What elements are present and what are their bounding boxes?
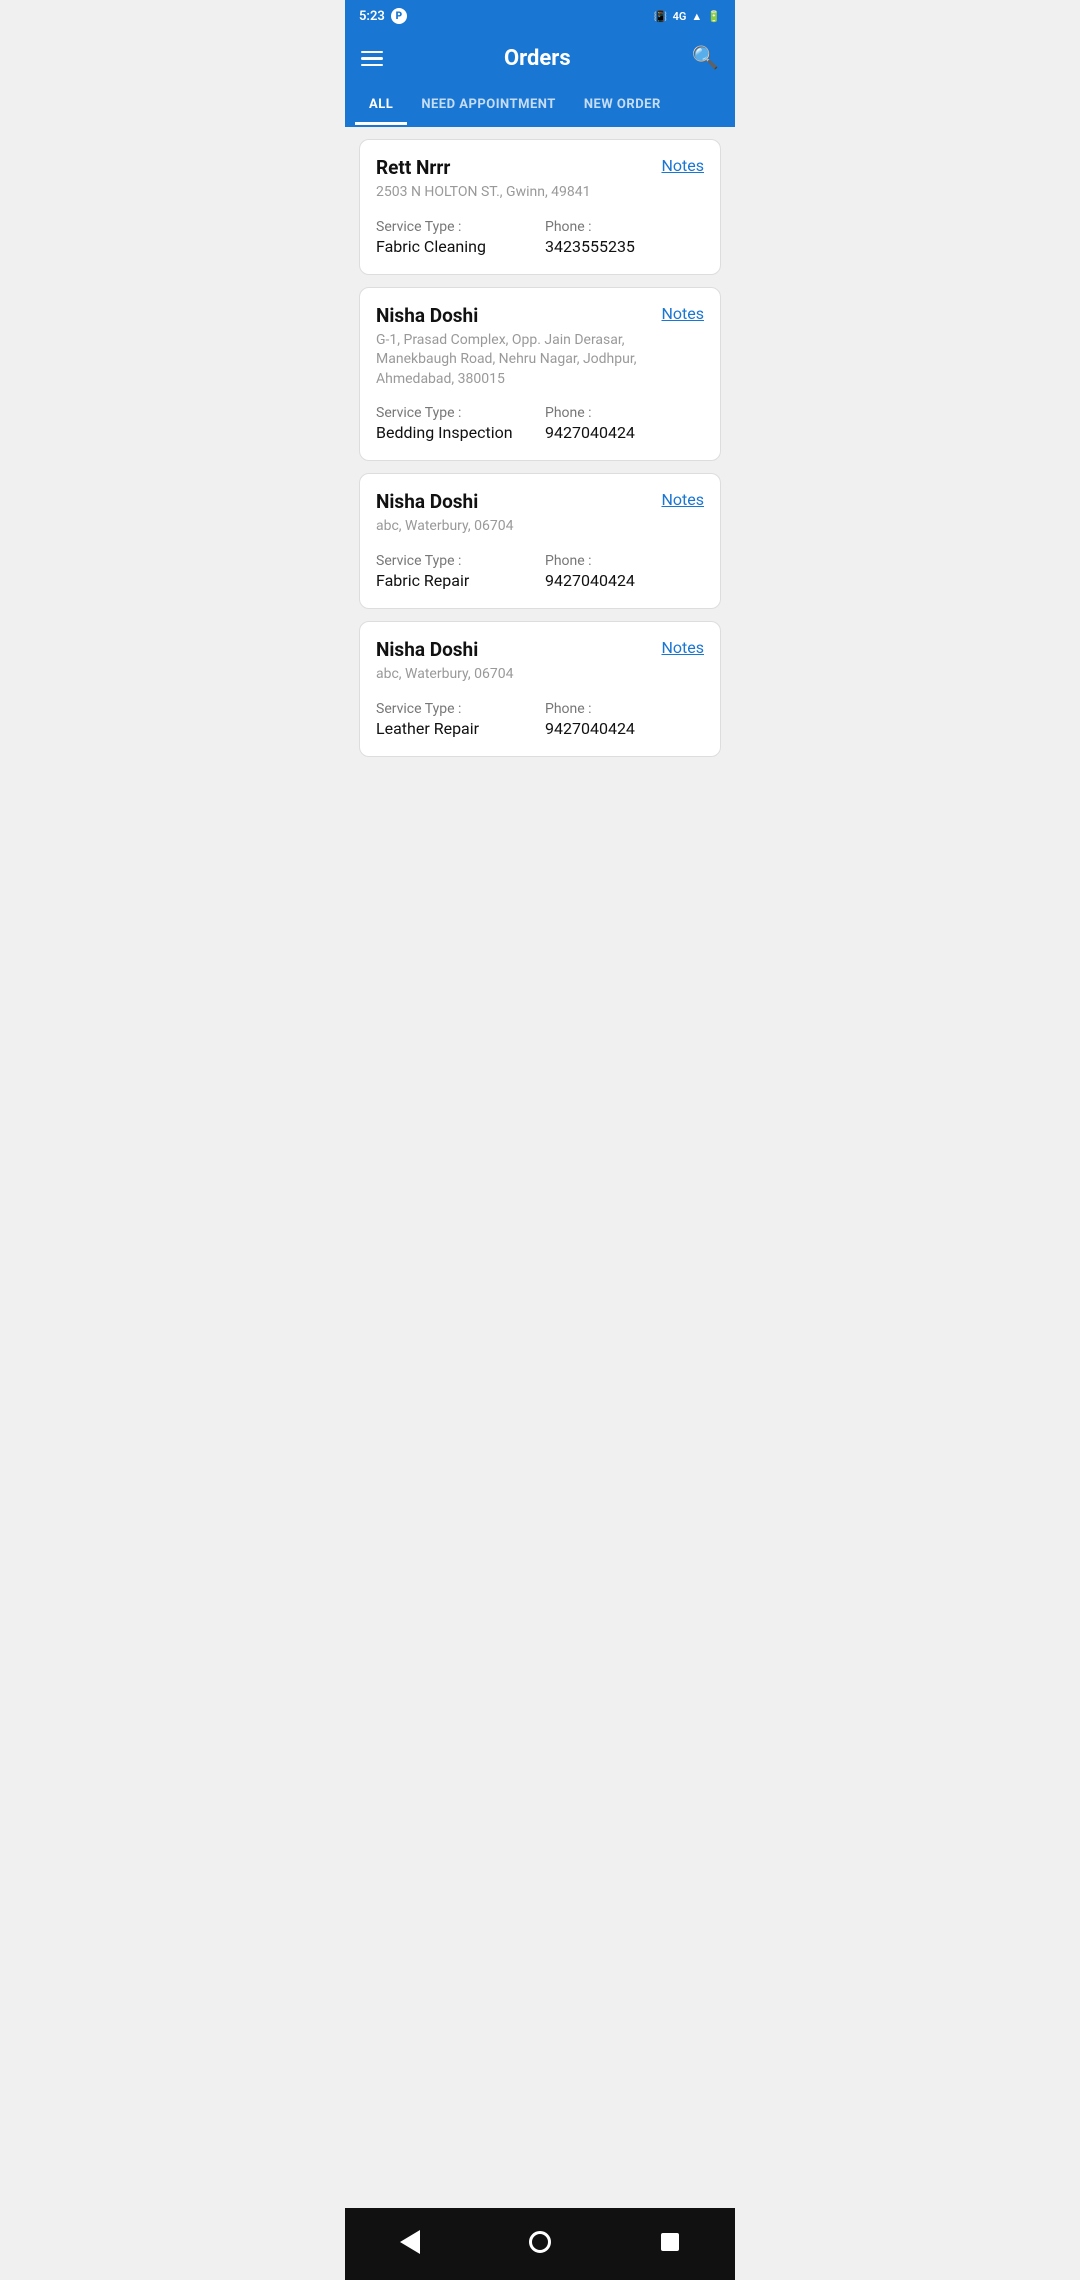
service-type-value-3: Fabric Repair bbox=[376, 571, 535, 590]
order-card-3: Nisha Doshi Notes abc, Waterbury, 06704 … bbox=[359, 473, 721, 609]
order-details-3: Service Type : Fabric Repair Phone : 942… bbox=[376, 553, 704, 590]
phone-label-1: Phone : bbox=[545, 219, 704, 235]
service-type-value-1: Fabric Cleaning bbox=[376, 237, 535, 256]
recent-apps-button[interactable] bbox=[648, 2220, 692, 2264]
order-header-4: Nisha Doshi Notes bbox=[376, 638, 704, 661]
order-name-1: Rett Nrrr bbox=[376, 156, 450, 179]
signal-icon: ▲ bbox=[691, 10, 702, 23]
order-address-3: abc, Waterbury, 06704 bbox=[376, 517, 704, 537]
order-card-4: Nisha Doshi Notes abc, Waterbury, 06704 … bbox=[359, 621, 721, 757]
service-type-label-1: Service Type : bbox=[376, 219, 535, 235]
service-type-col-2: Service Type : Bedding Inspection bbox=[376, 405, 535, 442]
status-bar: 5:23 P 📳 4G ▲ 🔋 bbox=[345, 0, 735, 32]
search-icon[interactable]: 🔍 bbox=[692, 46, 719, 71]
phone-label-4: Phone : bbox=[545, 701, 704, 717]
tab-all[interactable]: ALL bbox=[355, 85, 407, 125]
order-address-2: G-1, Prasad Complex, Opp. Jain Derasar, … bbox=[376, 331, 704, 390]
service-type-value-4: Leather Repair bbox=[376, 719, 535, 738]
order-details-1: Service Type : Fabric Cleaning Phone : 3… bbox=[376, 219, 704, 256]
app-header: Orders 🔍 bbox=[345, 32, 735, 85]
phone-col-4: Phone : 9427040424 bbox=[545, 701, 704, 738]
page-title: Orders bbox=[504, 46, 571, 71]
network-4g: 4G bbox=[673, 10, 687, 23]
phone-value-2: 9427040424 bbox=[545, 423, 704, 442]
orders-list: Rett Nrrr Notes 2503 N HOLTON ST., Gwinn… bbox=[345, 127, 735, 861]
tabs-bar: ALL NEED APPOINTMENT NEW ORDER bbox=[345, 85, 735, 127]
order-header-2: Nisha Doshi Notes bbox=[376, 304, 704, 327]
hamburger-menu-button[interactable] bbox=[361, 51, 383, 67]
service-type-col-1: Service Type : Fabric Cleaning bbox=[376, 219, 535, 256]
order-header-1: Rett Nrrr Notes bbox=[376, 156, 704, 179]
time-display: 5:23 bbox=[359, 9, 385, 24]
status-bar-right: 📳 4G ▲ 🔋 bbox=[654, 10, 721, 23]
phone-col-1: Phone : 3423555235 bbox=[545, 219, 704, 256]
notes-link-2[interactable]: Notes bbox=[661, 304, 704, 323]
order-address-1: 2503 N HOLTON ST., Gwinn, 49841 bbox=[376, 183, 704, 203]
service-type-label-4: Service Type : bbox=[376, 701, 535, 717]
order-name-4: Nisha Doshi bbox=[376, 638, 478, 661]
order-address-4: abc, Waterbury, 06704 bbox=[376, 665, 704, 685]
order-card-2: Nisha Doshi Notes G-1, Prasad Complex, O… bbox=[359, 287, 721, 462]
phone-label-2: Phone : bbox=[545, 405, 704, 421]
service-type-value-2: Bedding Inspection bbox=[376, 423, 535, 442]
order-name-3: Nisha Doshi bbox=[376, 490, 478, 513]
back-icon bbox=[400, 2230, 420, 2254]
service-type-col-4: Service Type : Leather Repair bbox=[376, 701, 535, 738]
order-name-2: Nisha Doshi bbox=[376, 304, 478, 327]
battery-icon: 🔋 bbox=[707, 10, 721, 23]
order-details-4: Service Type : Leather Repair Phone : 94… bbox=[376, 701, 704, 738]
service-type-label-3: Service Type : bbox=[376, 553, 535, 569]
bottom-spacer bbox=[359, 769, 721, 849]
notes-link-3[interactable]: Notes bbox=[661, 490, 704, 509]
tab-need-appointment[interactable]: NEED APPOINTMENT bbox=[407, 85, 570, 125]
vibrate-icon: 📳 bbox=[654, 10, 668, 23]
phone-col-2: Phone : 9427040424 bbox=[545, 405, 704, 442]
order-details-2: Service Type : Bedding Inspection Phone … bbox=[376, 405, 704, 442]
tab-new-order[interactable]: NEW ORDER bbox=[570, 85, 675, 125]
service-type-label-2: Service Type : bbox=[376, 405, 535, 421]
phone-label-3: Phone : bbox=[545, 553, 704, 569]
notes-link-1[interactable]: Notes bbox=[661, 156, 704, 175]
recent-icon bbox=[661, 2233, 679, 2251]
order-card-1: Rett Nrrr Notes 2503 N HOLTON ST., Gwinn… bbox=[359, 139, 721, 275]
order-header-3: Nisha Doshi Notes bbox=[376, 490, 704, 513]
service-type-col-3: Service Type : Fabric Repair bbox=[376, 553, 535, 590]
back-button[interactable] bbox=[388, 2220, 432, 2264]
phone-value-1: 3423555235 bbox=[545, 237, 704, 256]
bottom-nav bbox=[345, 2208, 735, 2280]
home-icon bbox=[529, 2231, 551, 2253]
parking-icon: P bbox=[391, 8, 407, 24]
status-bar-left: 5:23 P bbox=[359, 8, 407, 24]
phone-col-3: Phone : 9427040424 bbox=[545, 553, 704, 590]
notes-link-4[interactable]: Notes bbox=[661, 638, 704, 657]
phone-value-3: 9427040424 bbox=[545, 571, 704, 590]
home-button[interactable] bbox=[518, 2220, 562, 2264]
phone-value-4: 9427040424 bbox=[545, 719, 704, 738]
